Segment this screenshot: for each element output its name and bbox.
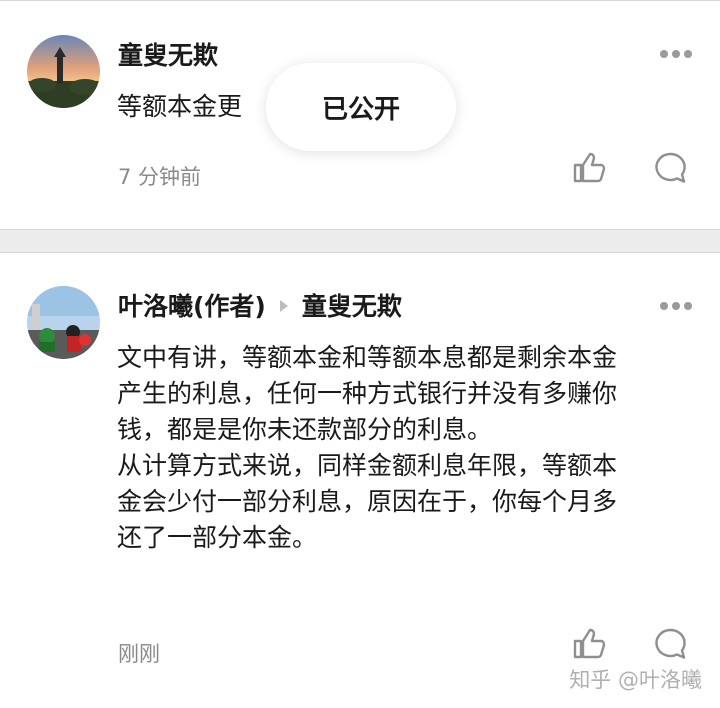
thumbs-up-icon[interactable] [572, 151, 606, 185]
comment-bubble-icon[interactable] [653, 627, 687, 661]
avatar[interactable] [27, 286, 100, 359]
comment-timestamp: 刚刚 [118, 642, 160, 666]
comment-author[interactable]: 叶洛曦(作者) [118, 292, 266, 321]
more-dots-icon[interactable] [659, 300, 693, 312]
reply-arrow-icon [279, 300, 288, 312]
content-line: 从计算方式来说，同样金额利息年限，等额本 [117, 451, 618, 480]
thumbs-up-icon[interactable] [572, 627, 606, 661]
section-divider [0, 229, 720, 253]
avatar[interactable] [27, 35, 100, 108]
comment-card-2: 叶洛曦(作者) 童叟无欺 文中有讲，等额本金和等额本息都是剩余本金 产生的利息，任… [0, 253, 720, 708]
content-line: 钱，都是是你未还款部分的利息。 [117, 415, 493, 444]
content-line: 文中有讲，等额本金和等额本息都是剩余本金 [117, 343, 618, 372]
comment-content: 文中有讲，等额本金和等额本息都是剩余本金 产生的利息，任何一种方式银行并没有多赚… [117, 340, 697, 556]
more-dots-icon[interactable] [659, 48, 693, 60]
content-line: 产生的利息，任何一种方式银行并没有多赚你 [117, 379, 618, 408]
content-line: 金会少付一部分利息，原因在于，你每个月多 [117, 487, 618, 516]
comment-content: 等额本金更 [117, 92, 243, 121]
comment-bubble-icon[interactable] [653, 151, 687, 185]
comment-author-line: 叶洛曦(作者) 童叟无欺 [118, 290, 402, 324]
comment-author[interactable]: 童叟无欺 [118, 39, 218, 73]
toast-message: 已公开 [266, 63, 456, 151]
content-line: 还了一部分本金。 [117, 523, 318, 552]
comment-timestamp: 7 分钟前 [118, 165, 202, 189]
reply-to-user[interactable]: 童叟无欺 [302, 292, 402, 321]
watermark: 知乎 @叶洛曦 [569, 668, 702, 692]
